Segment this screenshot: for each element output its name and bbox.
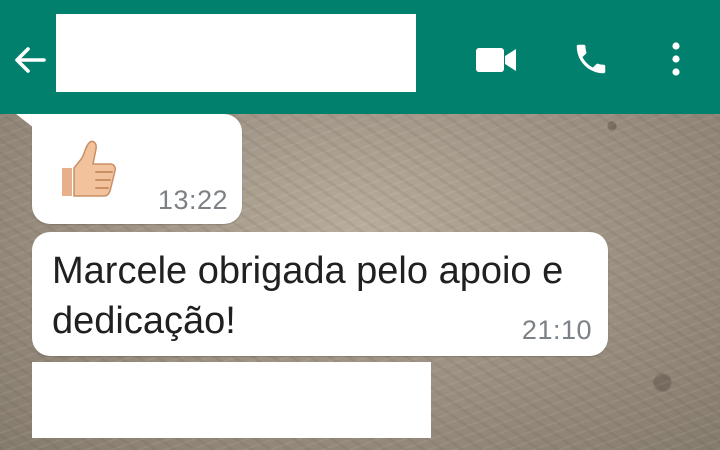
- message-time: 21:10: [521, 315, 592, 345]
- chat-header: [0, 0, 720, 114]
- message-bubble-redacted[interactable]: [32, 362, 431, 438]
- back-button[interactable]: [8, 38, 52, 82]
- more-options-button[interactable]: [656, 36, 696, 82]
- arrow-left-icon: [15, 47, 46, 73]
- more-vert-icon: [672, 42, 680, 76]
- message-bubble-text[interactable]: Marcele obrigada pelo apoio e dedicação!…: [32, 232, 608, 356]
- voice-call-button[interactable]: [568, 36, 614, 82]
- message-text: Marcele obrigada pelo apoio e dedicação!: [52, 250, 564, 342]
- contact-name-redacted[interactable]: [56, 14, 416, 92]
- message-bubble-emoji[interactable]: 13:22: [32, 114, 242, 224]
- thumbs-up-icon: [62, 140, 116, 197]
- videocam-icon: [476, 48, 516, 72]
- phone-icon: [576, 44, 606, 74]
- video-call-button[interactable]: [470, 38, 522, 82]
- message-time: 13:22: [157, 185, 228, 215]
